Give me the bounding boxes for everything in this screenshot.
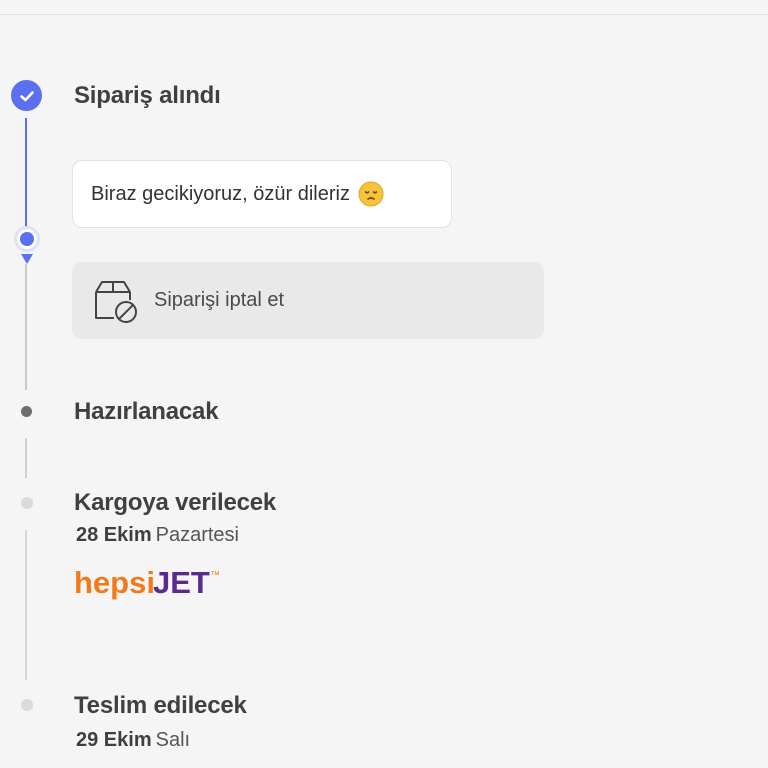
timeline-line-active bbox=[25, 118, 27, 230]
timeline-line bbox=[25, 264, 27, 390]
logo-trademark: ™ bbox=[210, 570, 220, 581]
step-dot-upcoming bbox=[21, 497, 33, 509]
hepsijet-logo: hepsi JET ™ bbox=[74, 565, 220, 600]
sad-face-emoji-icon bbox=[358, 181, 384, 207]
date-weekday: Salı bbox=[155, 729, 191, 751]
logo-text-jet: JET bbox=[153, 565, 210, 600]
step-title-prepare: Hazırlanacak bbox=[74, 398, 219, 425]
delay-notice-text: Biraz gecikiyoruz, özür dileriz bbox=[91, 182, 350, 205]
top-divider bbox=[0, 14, 768, 15]
current-step-marker-icon bbox=[14, 226, 40, 264]
step-dot-upcoming bbox=[21, 699, 33, 711]
timeline-line bbox=[25, 438, 27, 478]
step-date-cargo: 28 Ekim Pazartesi bbox=[76, 524, 239, 547]
logo-text-hepsi: hepsi bbox=[74, 565, 155, 600]
step-title-deliver: Teslim edilecek bbox=[74, 692, 247, 719]
cancel-order-button[interactable]: Siparişi iptal et bbox=[72, 262, 544, 339]
check-circle-icon bbox=[11, 80, 42, 111]
delay-notice: Biraz gecikiyoruz, özür dileriz bbox=[72, 160, 452, 228]
date-day: 28 Ekim bbox=[76, 524, 152, 546]
step-dot-pending bbox=[21, 406, 32, 417]
step-date-deliver: 29 Ekim Salı bbox=[76, 729, 190, 752]
order-tracking-page: Sipariş alındı Biraz gecikiyoruz, özür d… bbox=[0, 0, 768, 768]
step-title-cargo: Kargoya verilecek bbox=[74, 489, 277, 516]
date-day: 29 Ekim bbox=[76, 729, 152, 751]
step-title-received: Sipariş alındı bbox=[74, 82, 221, 109]
box-cancel-icon bbox=[95, 280, 137, 323]
timeline-line bbox=[25, 530, 27, 680]
date-weekday: Pazartesi bbox=[155, 524, 239, 546]
cancel-order-label: Siparişi iptal et bbox=[154, 289, 285, 311]
